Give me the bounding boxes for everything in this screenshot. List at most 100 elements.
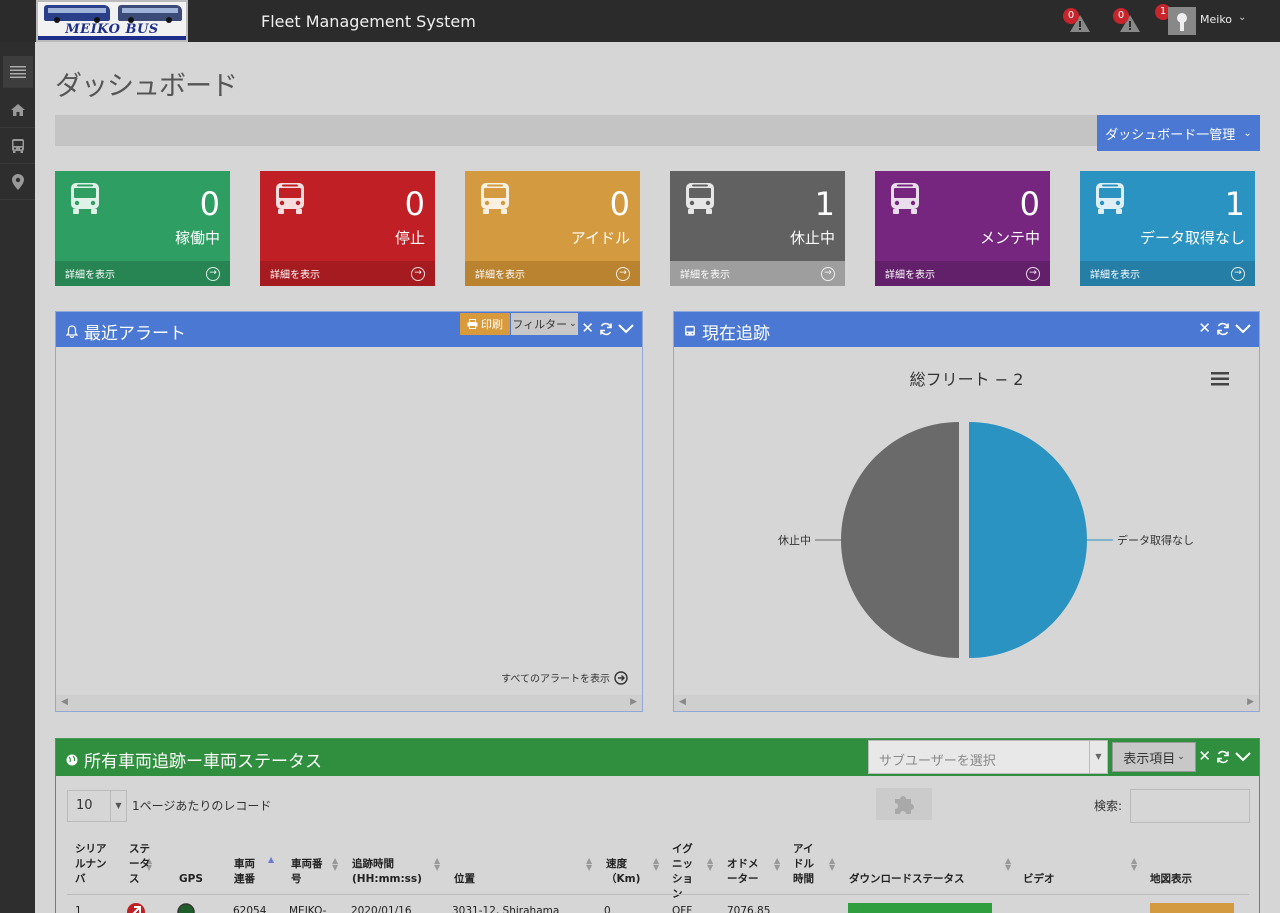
- printer-icon: [467, 319, 478, 329]
- pie-slice-label: データ取得なし: [1117, 533, 1194, 547]
- bus-icon: [71, 183, 99, 214]
- vehicle-seq-cell: 62054: [233, 905, 267, 913]
- column-header[interactable]: イグニッション: [672, 842, 702, 902]
- column-header[interactable]: シリアルナンバ: [75, 842, 115, 887]
- horizontal-scrollbar[interactable]: ◀ ▶: [674, 695, 1259, 711]
- close-icon[interactable]: ✕: [1198, 749, 1211, 764]
- bus-icon: [686, 183, 714, 214]
- sidebar-item-map[interactable]: [0, 164, 35, 200]
- view-all-alerts-link[interactable]: すべてのアラートを表示: [501, 670, 628, 685]
- column-header[interactable]: ダウンロードステータス: [849, 872, 965, 887]
- page-title: ダッシュボード: [55, 71, 238, 102]
- view-details-label: 詳細を表示: [680, 270, 730, 281]
- sort-icon[interactable]: ▲ ▼: [707, 857, 713, 872]
- view-details-link[interactable]: 詳細を表示 →: [1080, 261, 1255, 286]
- vehicle-number-cell: MEIKO-: [289, 905, 327, 913]
- dashboard-manage-label: ダッシュボード一管理: [1105, 127, 1236, 143]
- recent-alerts-panel: 最近アラート 印刷 フィルター ⌄ ✕ すべてのアラートを表示 ◀ ▶: [55, 311, 643, 712]
- sidebar-item-vehicles[interactable]: [0, 128, 35, 164]
- chevron-down-icon[interactable]: [618, 323, 634, 334]
- view-details-link[interactable]: 詳細を表示 →: [465, 261, 640, 286]
- view-details-link[interactable]: 詳細を表示 →: [875, 261, 1050, 286]
- refresh-icon[interactable]: [1216, 322, 1230, 336]
- tile-label: 停止: [394, 229, 425, 247]
- vehicle-status-header: 所有車両追跡ー車両ステータス サブユーザーを選択 ▼ 表示項目 ⌄ ✕: [56, 739, 1259, 776]
- tile-count: 0: [404, 185, 425, 223]
- refresh-icon[interactable]: [1216, 750, 1230, 764]
- horizontal-scrollbar[interactable]: ◀ ▶: [56, 695, 642, 711]
- column-header[interactable]: オドメーター: [727, 857, 767, 887]
- arrow-circle-right-icon: →: [616, 266, 630, 281]
- view-details-link[interactable]: 詳細を表示 →: [55, 261, 230, 286]
- map-view-button[interactable]: [1150, 903, 1234, 913]
- sidebar-toggle[interactable]: [3, 56, 33, 88]
- plugin-button[interactable]: [876, 788, 932, 820]
- columns-toggle-button[interactable]: 表示項目 ⌄: [1112, 742, 1196, 772]
- sort-icon[interactable]: ▲ ▼: [774, 857, 780, 872]
- bus-icon-wrap: [1094, 181, 1126, 221]
- notification-count-badge: 0: [1063, 8, 1079, 24]
- column-header[interactable]: 位置: [454, 872, 475, 887]
- filter-dropdown[interactable]: フィルター ⌄: [511, 313, 578, 335]
- records-per-page-select[interactable]: 10 ▼: [67, 790, 127, 822]
- bus-icon-wrap: [274, 181, 306, 221]
- column-header[interactable]: 地図表示: [1150, 872, 1192, 887]
- status-tile: 0 メンテ中 詳細を表示 →: [875, 171, 1050, 286]
- sort-icon[interactable]: ▲ ▼: [332, 857, 338, 872]
- location-cell[interactable]: 3031-12, Shirahama: [452, 905, 559, 913]
- subuser-select[interactable]: サブユーザーを選択 ▼: [868, 740, 1108, 774]
- dashboard-manage-button[interactable]: ダッシュボード一管理 ⌄: [1097, 115, 1260, 151]
- view-details-label: 詳細を表示: [475, 270, 525, 281]
- download-status-button[interactable]: [848, 903, 992, 913]
- sort-ascending-icon[interactable]: ▲: [268, 856, 274, 864]
- column-header[interactable]: ビデオ: [1023, 872, 1055, 887]
- column-header[interactable]: 車両番号: [291, 857, 327, 887]
- sort-icon[interactable]: ▲ ▼: [1005, 857, 1011, 872]
- per-page-value: 10: [76, 798, 93, 813]
- chevron-down-icon[interactable]: [1235, 323, 1251, 334]
- column-header[interactable]: GPS: [179, 872, 203, 887]
- sort-icon[interactable]: ▲ ▼: [586, 857, 592, 872]
- column-header[interactable]: 速度 （Km): [606, 857, 646, 887]
- sidebar-item-home[interactable]: [0, 92, 35, 128]
- user-name[interactable]: Meiko: [1200, 13, 1232, 26]
- column-header[interactable]: 追跡時間 (HH:mm:ss): [352, 857, 436, 887]
- tile-label: 稼働中: [174, 229, 220, 247]
- pie-slice[interactable]: [841, 422, 959, 658]
- ignition-cell: OFF: [672, 905, 693, 913]
- sort-icon[interactable]: ▲ ▼: [829, 857, 835, 872]
- view-details-link[interactable]: 詳細を表示 →: [670, 261, 845, 286]
- search-input[interactable]: [1130, 789, 1250, 823]
- pie-slice[interactable]: [969, 422, 1087, 658]
- arrow-circle-right-icon: →: [206, 266, 220, 281]
- arrow-circle-right-icon: →: [1231, 266, 1245, 281]
- status-tile: 1 データ取得なし 詳細を表示 →: [1080, 171, 1255, 286]
- user-icon: [1177, 13, 1187, 31]
- avatar[interactable]: [1168, 7, 1196, 35]
- brand-logo[interactable]: MEIKO BUS: [36, 0, 188, 42]
- warning-notification-button[interactable]: 0: [1113, 8, 1142, 32]
- column-header[interactable]: 車両連番: [234, 857, 260, 887]
- top-bar: MEIKO BUS Fleet Management System 0 0 1 …: [0, 0, 1280, 42]
- close-icon[interactable]: ✕: [1198, 321, 1211, 336]
- map-marker-icon: [11, 173, 24, 190]
- sort-icon[interactable]: ▲ ▼: [1131, 857, 1137, 872]
- panel-title: 所有車両追跡ー車両ステータス: [84, 752, 322, 772]
- chevron-down-icon[interactable]: ⌄: [1238, 12, 1246, 23]
- bus-icon: [1096, 183, 1124, 214]
- column-header[interactable]: アイドル時間: [793, 842, 823, 887]
- sort-icon[interactable]: ▲ ▼: [434, 857, 440, 872]
- arrow-circle-right-icon: →: [821, 266, 835, 281]
- gps-signal-icon: [177, 903, 195, 913]
- chevron-down-icon[interactable]: [1235, 751, 1251, 762]
- view-details-label: 詳細を表示: [885, 270, 935, 281]
- close-icon[interactable]: ✕: [581, 321, 594, 336]
- view-details-link[interactable]: 詳細を表示 →: [260, 261, 435, 286]
- status-tile: 0 アイドル 詳細を表示 →: [465, 171, 640, 286]
- alert-notification-button[interactable]: 0: [1063, 8, 1092, 32]
- refresh-icon[interactable]: [599, 322, 613, 336]
- print-button[interactable]: 印刷: [460, 313, 510, 335]
- panel-title: 最近アラート: [84, 324, 186, 344]
- column-header[interactable]: ステータス: [129, 842, 153, 887]
- sort-icon[interactable]: ▲ ▼: [653, 857, 659, 872]
